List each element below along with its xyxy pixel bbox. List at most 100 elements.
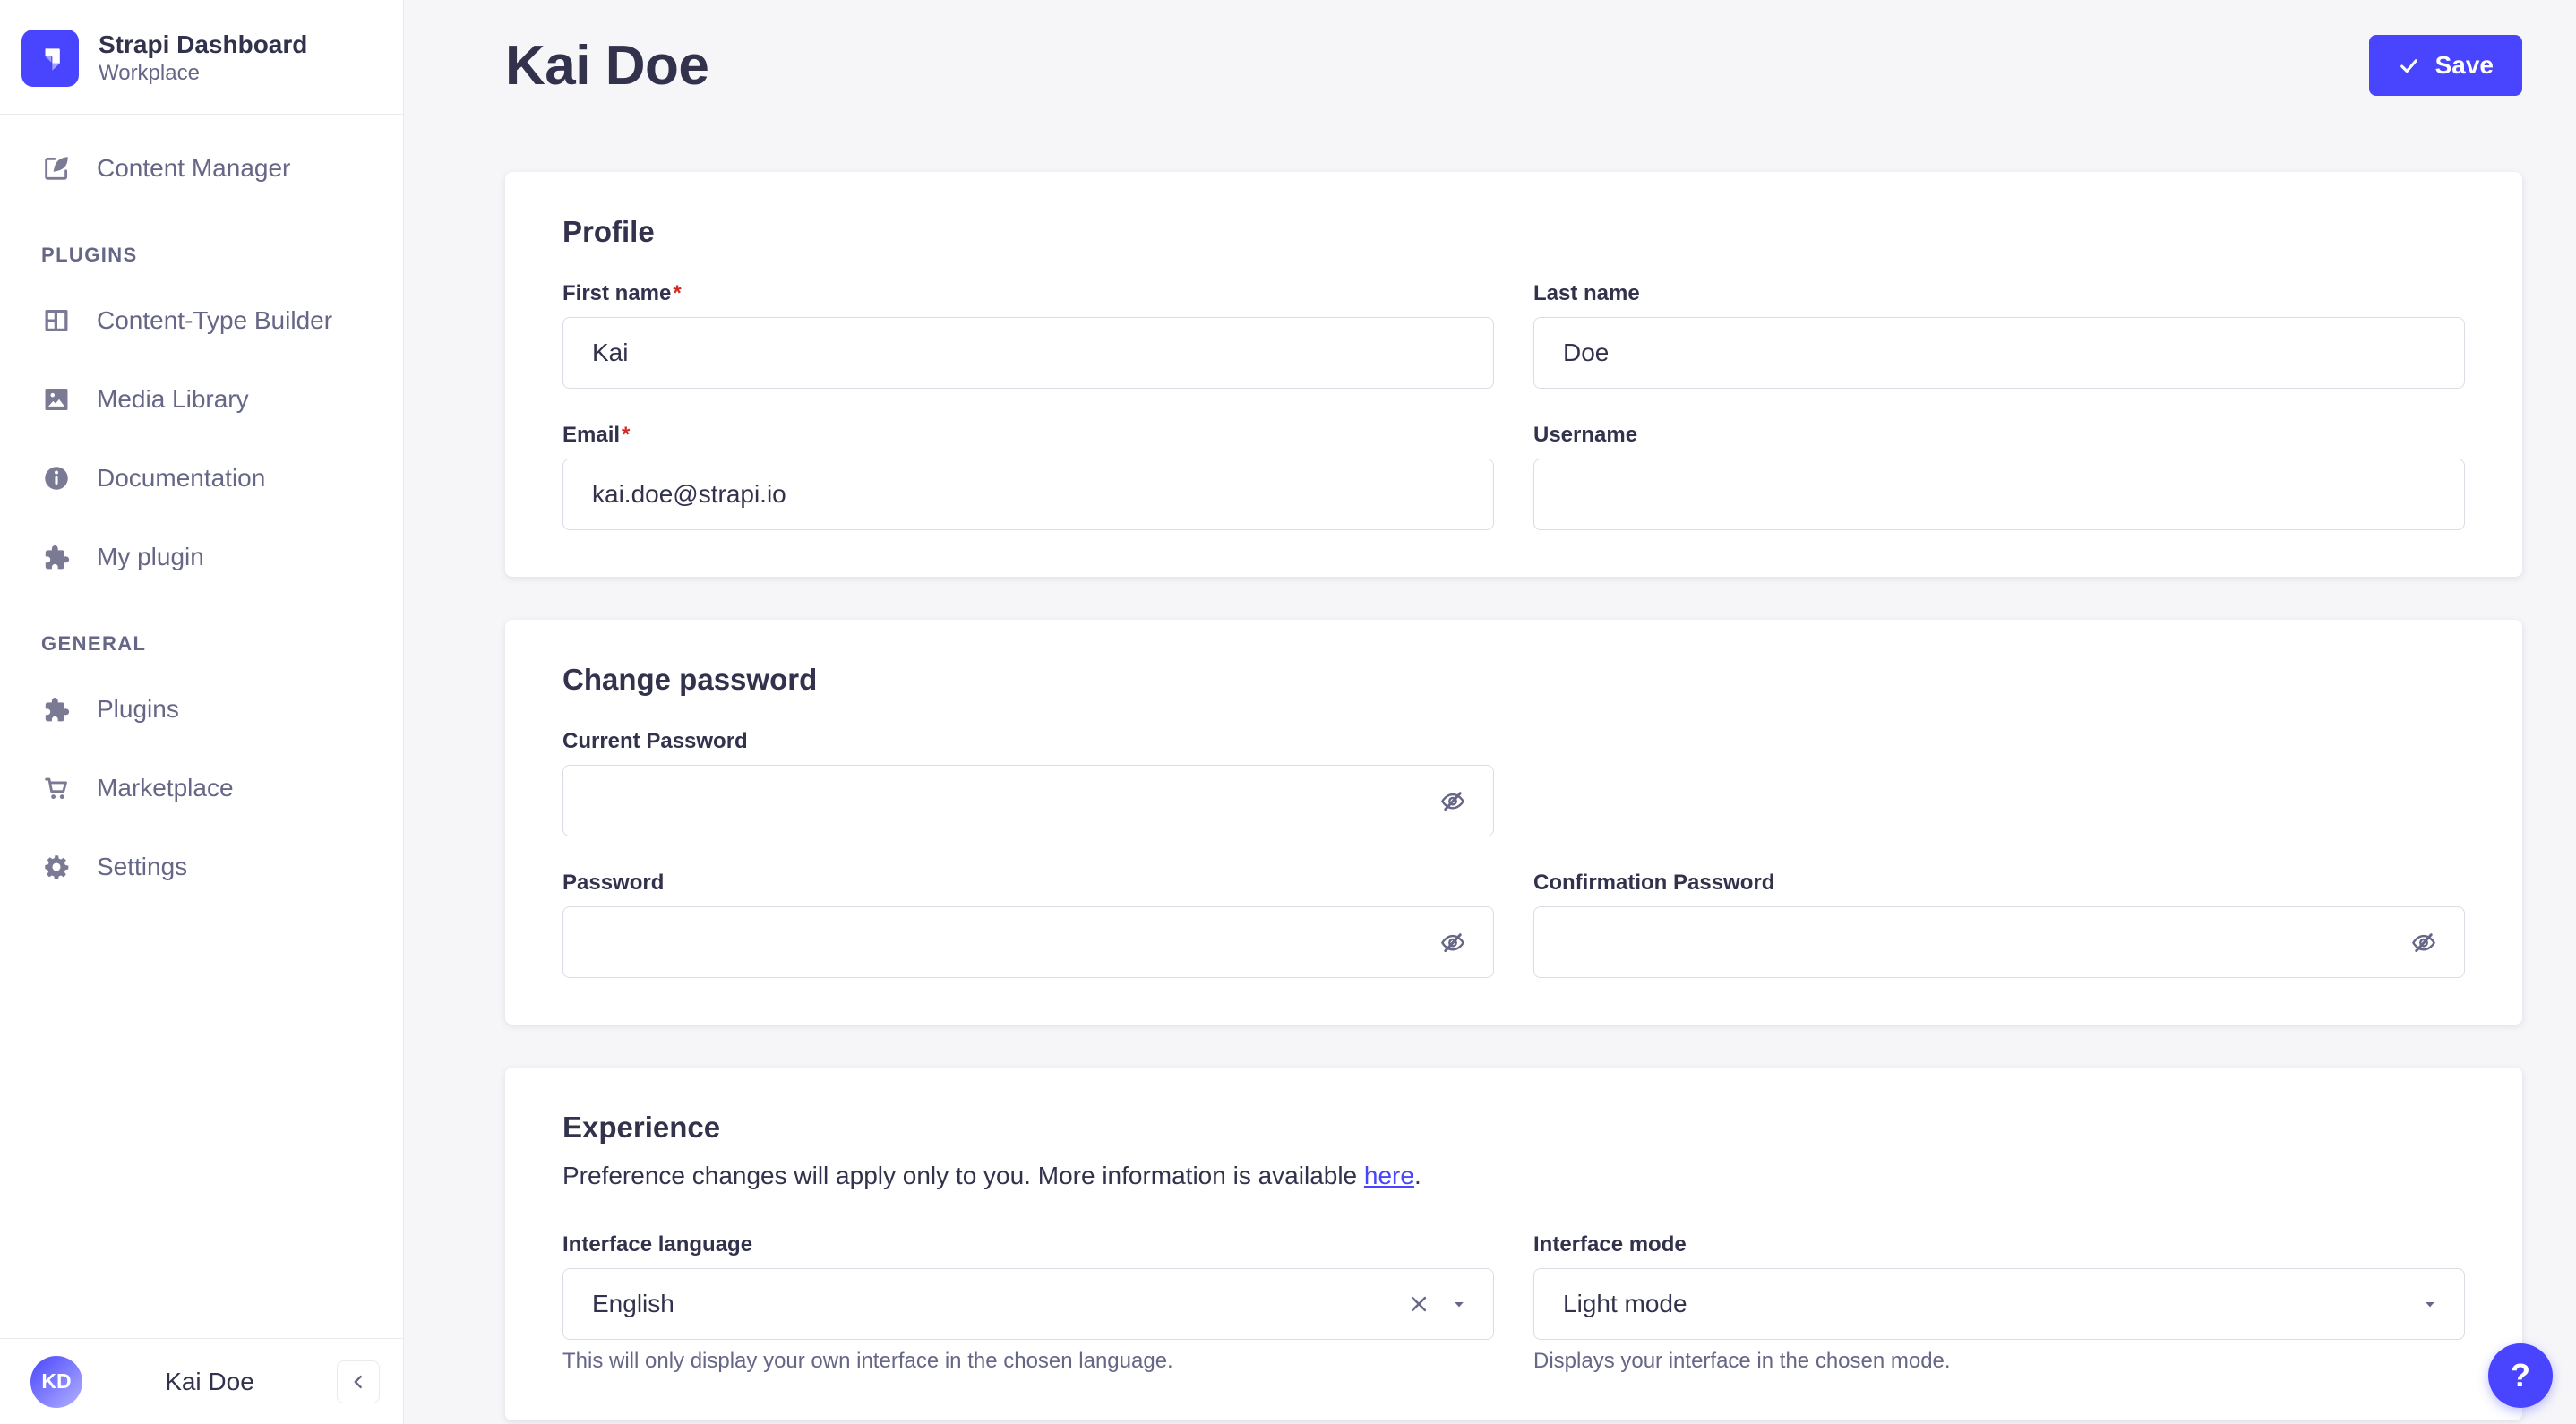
interface-mode-field-group: Interface mode Light mode Displays your … (1533, 1232, 2465, 1374)
interface-mode-select[interactable]: Light mode (1533, 1268, 2465, 1340)
new-password-label: Password (562, 871, 665, 895)
experience-card: Experience Preference changes will apply… (505, 1068, 2522, 1420)
eye-off-icon (1441, 792, 1464, 811)
documentation-icon (45, 467, 68, 490)
sidebar-item-label: Plugins (97, 695, 179, 723)
clear-icon[interactable] (1405, 1291, 1432, 1317)
eye-off-icon (1441, 933, 1464, 953)
brand-title: Strapi Dashboard (99, 30, 308, 58)
section-label-general: GENERAL (41, 632, 147, 655)
sidebar-item-documentation[interactable]: Documentation (0, 439, 403, 518)
puzzle-icon (45, 697, 70, 722)
sidebar-item-marketplace[interactable]: Marketplace (0, 749, 403, 828)
username-label: Username (1533, 423, 1638, 447)
sidebar-item-my-plugin[interactable]: My plugin (0, 518, 403, 596)
sidebar-item-label: Settings (97, 853, 188, 880)
content-type-builder-icon (45, 309, 68, 332)
last-name-field[interactable] (1533, 317, 2465, 389)
interface-language-helper: This will only display your own interfac… (562, 1349, 1173, 1373)
main-navigation: Content Manager PLUGINS Content-Type Bui… (0, 115, 403, 1338)
profile-card-title: Profile (562, 215, 655, 248)
page-header: Kai Doe Save (505, 0, 2522, 97)
sidebar-item-content-type-builder[interactable]: Content-Type Builder (0, 281, 403, 360)
email-label: Email* (562, 423, 631, 447)
required-asterisk: * (622, 423, 631, 447)
strapi-mark-icon (45, 47, 60, 71)
help-button[interactable]: ? (2488, 1343, 2553, 1408)
sidebar-user-name: Kai Doe (165, 1367, 254, 1395)
experience-description: Preference changes will apply only to yo… (562, 1162, 1421, 1189)
interface-language-label: Interface language (562, 1232, 753, 1257)
sidebar-item-content-manager[interactable]: Content Manager (0, 129, 403, 208)
email-field-group: Email* (562, 423, 1494, 530)
change-password-card-title: Change password (562, 663, 818, 696)
more-information-link[interactable]: here (1364, 1162, 1414, 1189)
first-name-label: First name* (562, 281, 682, 305)
sidebar-item-label: Documentation (97, 464, 266, 492)
interface-language-value: English (592, 1290, 674, 1317)
toggle-password-visibility-button[interactable] (2408, 926, 2440, 958)
main-content: Kai Doe Save Profile First name* Last na… (404, 0, 2576, 1424)
sidebar-item-plugins[interactable]: Plugins (0, 670, 403, 749)
save-button[interactable]: Save (2368, 35, 2522, 96)
sidebar-item-label: Content-Type Builder (97, 306, 333, 334)
section-label-plugins: PLUGINS (41, 244, 138, 266)
new-password-field-group: Password (562, 871, 1494, 978)
confirmation-password-field-group: Confirmation Password (1533, 871, 2465, 978)
toggle-password-visibility-button[interactable] (1437, 926, 1469, 958)
sidebar-item-media-library[interactable]: Media Library (0, 360, 403, 439)
collapse-sidebar-button[interactable] (337, 1360, 380, 1403)
sidebar-item-label: Media Library (97, 385, 249, 413)
eye-off-icon (2412, 933, 2435, 953)
check-icon (2400, 58, 2417, 73)
chevron-left-icon (354, 1375, 362, 1388)
username-field-group: Username (1533, 423, 2465, 530)
username-field[interactable] (1533, 459, 2465, 530)
cart-icon (45, 777, 67, 800)
profile-card: Profile First name* Last name Email* Use… (505, 172, 2522, 577)
current-password-field[interactable] (562, 765, 1494, 836)
brand[interactable]: Strapi Dashboard Workplace (0, 0, 403, 114)
interface-language-select[interactable]: English (562, 1268, 1494, 1340)
password-field-grid: Current Password Password Confirmation P… (562, 729, 2465, 978)
spacer-cell (1533, 729, 2465, 836)
avatar[interactable]: KD (30, 1355, 82, 1408)
sidebar-item-label: My plugin (97, 543, 204, 570)
media-library-icon (45, 388, 68, 411)
required-asterisk: * (673, 281, 682, 305)
sidebar-item-label: Content Manager (97, 154, 291, 182)
profile-field-grid: First name* Last name Email* Username (562, 281, 2465, 530)
page-title: Kai Doe (505, 34, 709, 97)
interface-mode-helper: Displays your interface in the chosen mo… (1533, 1349, 1951, 1373)
interface-mode-value: Light mode (1563, 1290, 1687, 1317)
brand-subtitle: Workplace (99, 61, 200, 85)
last-name-field-group: Last name (1533, 281, 2465, 389)
sidebar-user-row: KD Kai Doe (0, 1338, 403, 1424)
first-name-field[interactable] (562, 317, 1494, 389)
change-password-card: Change password Current Password Passwor… (505, 620, 2522, 1025)
email-field[interactable] (562, 459, 1494, 530)
gear-icon (45, 854, 69, 879)
interface-language-field-group: Interface language English This will onl… (562, 1232, 1494, 1374)
experience-field-grid: Interface language English This will onl… (562, 1232, 2465, 1374)
puzzle-icon (45, 545, 70, 570)
strapi-logo-icon (21, 29, 79, 87)
sidebar-item-label: Marketplace (97, 774, 234, 802)
content-manager-icon (45, 157, 68, 180)
first-name-field-group: First name* (562, 281, 1494, 389)
new-password-field[interactable] (562, 906, 1494, 978)
confirmation-password-label: Confirmation Password (1533, 871, 1775, 895)
sidebar-item-settings[interactable]: Settings (0, 828, 403, 906)
chevron-down-icon[interactable] (2419, 1293, 2441, 1315)
brand-text: Strapi Dashboard Workplace (99, 29, 307, 87)
confirmation-password-field[interactable] (1533, 906, 2465, 978)
save-button-label: Save (2434, 51, 2494, 79)
last-name-label: Last name (1533, 281, 1640, 305)
current-password-field-group: Current Password (562, 729, 1494, 836)
sidebar: Strapi Dashboard Workplace Content Manag… (0, 0, 404, 1424)
experience-card-title: Experience (562, 1111, 721, 1144)
toggle-password-visibility-button[interactable] (1437, 785, 1469, 817)
interface-mode-label: Interface mode (1533, 1232, 1687, 1257)
chevron-down-icon[interactable] (1448, 1293, 1470, 1315)
current-password-label: Current Password (562, 729, 748, 753)
